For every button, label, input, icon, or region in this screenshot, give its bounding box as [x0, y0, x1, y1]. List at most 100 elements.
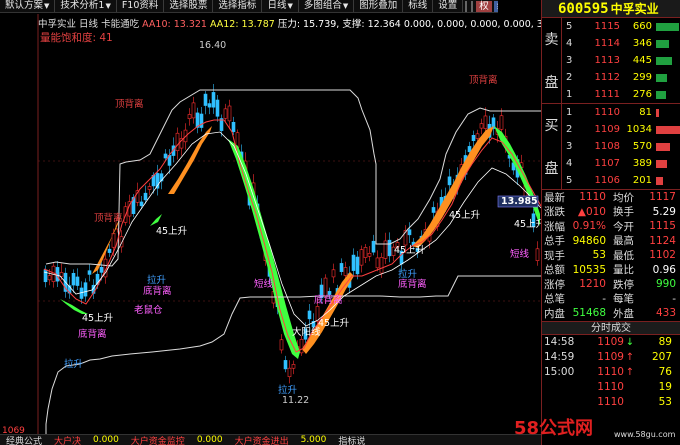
quote-value: 990: [655, 278, 676, 291]
ma-line-red: [43, 119, 541, 353]
chart-stock-name: 中孚实业: [38, 19, 77, 30]
quote-label: 最高: [613, 235, 634, 248]
trade-price: 1110: [597, 396, 624, 408]
order-volume: 660: [632, 21, 652, 32]
quote-label: 总笔: [544, 293, 565, 306]
candle-body: [47, 275, 52, 281]
arrow-up-icon: ↑: [625, 366, 635, 378]
buy-order-row[interactable]: 2 1109 1034: [562, 121, 680, 138]
bottom-divergence-label: 底背离: [78, 329, 107, 340]
quote-label: 最新: [544, 191, 565, 204]
toolbar-square-button[interactable]: [471, 0, 474, 12]
indicator-value: 0.000: [196, 435, 223, 445]
candle-body: [107, 248, 112, 253]
indicator-name: 大户资金进出: [234, 436, 289, 445]
candle-body: [147, 186, 152, 190]
quote-label: 涨跌: [544, 206, 565, 219]
quote-label: 今开: [613, 220, 634, 233]
sell-order-row[interactable]: 3 1113 445: [562, 52, 680, 69]
tab-indicator-help[interactable]: 指标说: [332, 435, 371, 445]
candle-body: [479, 123, 484, 129]
candle-body: [139, 201, 144, 207]
order-volume-bar: [656, 40, 670, 48]
order-volume: 570: [632, 141, 652, 152]
trade-row: 15:00 1110 ↑ 76: [542, 365, 680, 380]
chart-aa10: AA10: 13.321: [142, 19, 207, 30]
candle-body: [475, 133, 480, 139]
quote-value: ▲010: [577, 205, 606, 218]
candle-body: [163, 153, 168, 159]
order-price: 1106: [594, 175, 620, 186]
candle-body: [375, 257, 380, 269]
quote-value: 1124: [649, 234, 676, 247]
quote-label: 总手: [544, 235, 565, 248]
indicator-name: 大户资金监控: [130, 436, 185, 445]
quote-value: 1102: [649, 249, 676, 262]
watermark-logo: 58公式网: [514, 418, 594, 439]
order-volume: 346: [632, 38, 652, 49]
sell-order-row[interactable]: 1 1111 276: [562, 86, 680, 103]
order-level: 3: [566, 141, 573, 152]
quote-value: 1117: [649, 191, 676, 204]
candle-body: [111, 232, 116, 248]
order-volume-bar: [656, 91, 667, 99]
quote-row: 总笔 - 每笔 -: [542, 292, 680, 307]
quote-value: 0.96: [652, 263, 676, 276]
toolbar-scheme-button[interactable]: 默认方案▼: [0, 0, 56, 12]
chart-indicator-name: 卡能通吃: [101, 19, 140, 30]
toolbar-select-indicator-button[interactable]: 选择指标: [213, 0, 263, 12]
toolbar-overlay-button[interactable]: 图形叠加: [354, 0, 404, 12]
toolbar-line-button[interactable]: 标线: [403, 0, 434, 12]
trade-time: 14:59: [544, 351, 575, 363]
toolbar-rights-tag[interactable]: 权: [476, 0, 492, 12]
candle-body: [211, 92, 216, 108]
toolbar-scheme-label: 默认方案: [5, 0, 44, 11]
chevron-down-icon: ▼: [342, 2, 349, 10]
candle-body: [367, 253, 372, 257]
order-level: 3: [566, 55, 573, 66]
toolbar-analysis-label: 技术分析1: [60, 0, 105, 11]
order-level: 1: [566, 89, 573, 100]
toolbar-line-tag[interactable]: 线: [493, 0, 498, 12]
candle-body: [227, 105, 232, 122]
toolbar-square-button[interactable]: [465, 0, 468, 12]
toolbar-f10-button[interactable]: F10资料: [117, 0, 165, 12]
buy-order-row[interactable]: 3 1108 570: [562, 138, 680, 155]
toolbar-period-button[interactable]: 日线▼: [262, 0, 299, 12]
quote-value: 1115: [649, 220, 676, 233]
quote-value: 0.91%: [572, 220, 606, 233]
quote-value: 1110: [579, 191, 606, 204]
order-volume-bar: [656, 160, 667, 168]
toolbar-analysis-button[interactable]: 技术分析1▼: [55, 0, 117, 12]
buy-order-row[interactable]: 5 1106 201: [562, 172, 680, 189]
sell-order-row[interactable]: 5 1115 660: [562, 18, 680, 35]
trade-volume: 207: [651, 351, 672, 363]
quote-row: 涨停 1210 跌停 990: [542, 277, 680, 292]
toolbar-multi-chart-label: 多图组合: [303, 0, 342, 11]
buy-order-row[interactable]: 1 1110 81: [562, 104, 680, 121]
high-price-label: 16.40: [199, 40, 227, 51]
top-divergence-label: 顶背离: [115, 99, 144, 110]
order-level: 2: [566, 72, 573, 83]
candle-body: [499, 115, 504, 130]
sell-order-row[interactable]: 2 1112 299: [562, 69, 680, 86]
toolbar-multi-chart-button[interactable]: 多图组合▼: [299, 0, 355, 12]
kline-chart[interactable]: [0, 14, 541, 434]
order-level: 4: [566, 158, 573, 169]
quote-row: 内盘 51468 外盘 433: [542, 306, 680, 321]
order-price: 1110: [594, 107, 620, 118]
toolbar-settings-button[interactable]: 设置: [433, 0, 464, 12]
chart-extra-values: 0.000, 0.000, 0.000, 0.000, 30.0: [403, 19, 558, 30]
order-level: 5: [566, 175, 573, 186]
order-volume: 81: [639, 107, 652, 118]
trade-volume: 89: [658, 336, 672, 348]
sell-order-row[interactable]: 4 1114 346: [562, 35, 680, 52]
trades-title[interactable]: 分时成交: [542, 320, 680, 335]
big-yang-label: 大阳线: [292, 327, 321, 338]
candle-body: [343, 267, 348, 276]
tab-classic-formula[interactable]: 经典公式: [0, 435, 48, 445]
buy-order-row[interactable]: 4 1107 389: [562, 155, 680, 172]
candle-body: [59, 272, 64, 277]
toolbar-select-stock-button[interactable]: 选择股票: [164, 0, 214, 12]
candle-body: [299, 338, 304, 354]
